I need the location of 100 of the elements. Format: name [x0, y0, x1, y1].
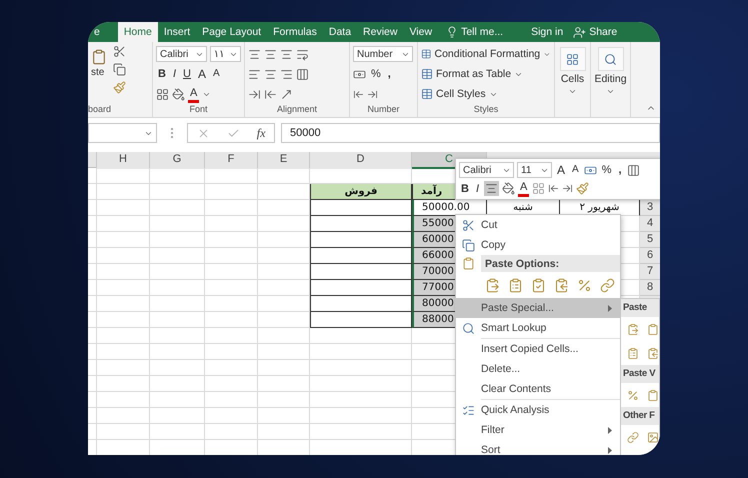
borders-icon[interactable] — [156, 88, 169, 100]
scissors-icon[interactable] — [113, 45, 126, 58]
font-size-field[interactable]: ۱۱ — [210, 46, 241, 62]
indent-icon[interactable] — [248, 88, 261, 100]
formula-field[interactable]: 50000 — [281, 123, 660, 143]
percent-button[interactable]: % — [600, 163, 614, 177]
font-size-field[interactable]: 11 — [517, 162, 552, 178]
percent-icon[interactable] — [577, 278, 592, 292]
table-icon[interactable] — [421, 68, 433, 80]
outdent-icon[interactable] — [264, 88, 277, 100]
grow-font-button[interactable]: A — [555, 163, 568, 177]
orientation-icon[interactable] — [280, 88, 293, 100]
merge-icon[interactable] — [296, 68, 309, 80]
column-header[interactable]: E — [258, 152, 310, 169]
paintbrush-icon[interactable] — [576, 182, 590, 195]
list-icon[interactable] — [462, 404, 475, 416]
ribbon-tab[interactable]: Home — [118, 22, 158, 42]
paste-icon[interactable] — [91, 49, 107, 65]
menu-item[interactable]: Insert Copied Cells... — [456, 339, 620, 359]
ribbon-tab[interactable]: View — [403, 22, 438, 42]
bold-button[interactable]: B — [459, 182, 471, 196]
link-icon[interactable] — [600, 278, 615, 292]
clipboard-copy-icon[interactable] — [647, 346, 659, 360]
italic-button[interactable]: I — [474, 182, 482, 196]
bold-button[interactable]: B — [156, 67, 168, 81]
row-number: 7 — [640, 264, 660, 280]
tell-me-field[interactable]: Tell me... — [461, 26, 504, 38]
sheet-cell — [258, 344, 310, 360]
align-center-icon[interactable] — [264, 68, 277, 80]
clipboard-icon[interactable] — [627, 322, 639, 336]
lightbulb-icon[interactable] — [446, 26, 458, 38]
styles-menu-button[interactable]: Format as Table — [436, 68, 512, 80]
column-header[interactable]: G — [150, 152, 205, 169]
font-color-button[interactable]: A — [188, 86, 200, 102]
cells-button[interactable]: Cells — [560, 73, 584, 85]
copy-icon[interactable] — [113, 63, 126, 76]
percent-button[interactable]: % — [369, 67, 383, 81]
underline-button[interactable]: U — [181, 67, 193, 81]
clipboard-list-icon[interactable] — [508, 278, 523, 292]
paste-button[interactable]: ste — [91, 67, 107, 78]
grid-icon[interactable] — [566, 52, 579, 66]
styles-menu-button[interactable]: Cell Styles — [436, 88, 486, 100]
ribbon-tab[interactable]: Page Layout — [196, 22, 268, 42]
editing-icon[interactable] — [598, 47, 624, 71]
shrink-font-button[interactable]: A — [210, 67, 222, 81]
column-header[interactable]: D — [310, 152, 412, 169]
comma-button[interactable]: , — [616, 163, 624, 177]
paint-bucket-icon[interactable] — [502, 182, 516, 195]
clipboard-check-icon[interactable] — [531, 278, 546, 292]
merge-icon[interactable] — [626, 164, 640, 176]
font-name-field[interactable]: Calibri — [156, 46, 207, 62]
sheet-cell — [205, 168, 258, 184]
column-header[interactable]: F — [205, 152, 258, 169]
shrink-font-button[interactable]: A — [570, 163, 581, 177]
ribbon-tab[interactable]: Data — [322, 22, 358, 42]
align-right-icon[interactable] — [280, 68, 293, 80]
scissors-icon[interactable] — [462, 218, 475, 232]
column-header[interactable]: H — [97, 152, 150, 169]
clipboard-copy-icon[interactable] — [554, 278, 569, 292]
menu-item[interactable]: Clear Contents — [456, 379, 620, 399]
editing-button[interactable]: Editing — [594, 73, 627, 85]
number-format-field[interactable]: Number — [353, 46, 413, 62]
menu-item[interactable]: Filter — [456, 420, 620, 440]
image-icon[interactable] — [647, 430, 659, 444]
table-icon[interactable] — [421, 88, 433, 100]
ribbon-tab[interactable]: e — [88, 22, 106, 42]
align-left-icon[interactable] — [248, 68, 261, 80]
clipboard-icon[interactable] — [647, 322, 659, 336]
sheet-cell — [88, 312, 97, 328]
link-icon[interactable] — [627, 430, 639, 444]
sheet-cell — [150, 248, 205, 264]
styles-menu-button[interactable]: Conditional Formatting — [434, 48, 540, 60]
font-color-button[interactable]: A — [518, 180, 530, 197]
search-icon[interactable] — [604, 52, 617, 66]
ribbon-tab[interactable]: Review — [357, 22, 404, 42]
clipboard-icon[interactable] — [647, 388, 659, 402]
paint-bucket-icon[interactable] — [172, 88, 185, 100]
search-icon[interactable] — [462, 322, 475, 334]
ribbon-tab[interactable]: Formulas — [267, 22, 323, 42]
ribbon-tab[interactable]: Insert — [158, 22, 196, 42]
share-button[interactable]: Share — [589, 26, 618, 38]
copy-icon[interactable] — [462, 238, 475, 252]
paintbrush-icon[interactable] — [113, 81, 126, 94]
menu-item[interactable]: Paste Special... — [456, 298, 620, 318]
sign-in-link[interactable]: Sign in — [531, 26, 564, 38]
italic-button[interactable]: I — [170, 67, 178, 81]
menu-item[interactable]: Sort — [456, 440, 620, 455]
menu-item[interactable]: Delete... — [456, 359, 620, 379]
clipboard-list-icon[interactable] — [627, 346, 639, 360]
insert-function-button[interactable]: fx — [256, 126, 266, 140]
cells-icon[interactable] — [560, 47, 586, 71]
clipboard-icon — [462, 257, 475, 270]
table-icon[interactable] — [421, 48, 432, 60]
clipboard-icon[interactable] — [485, 278, 500, 292]
menu-item[interactable]: Quick Analysis — [456, 400, 620, 420]
grow-font-button[interactable]: A — [196, 67, 208, 81]
comma-button[interactable]: , — [386, 67, 393, 81]
wrap-text-icon[interactable] — [296, 48, 309, 60]
person-icon[interactable] — [573, 26, 586, 38]
font-name-field[interactable]: Calibri — [459, 162, 514, 178]
